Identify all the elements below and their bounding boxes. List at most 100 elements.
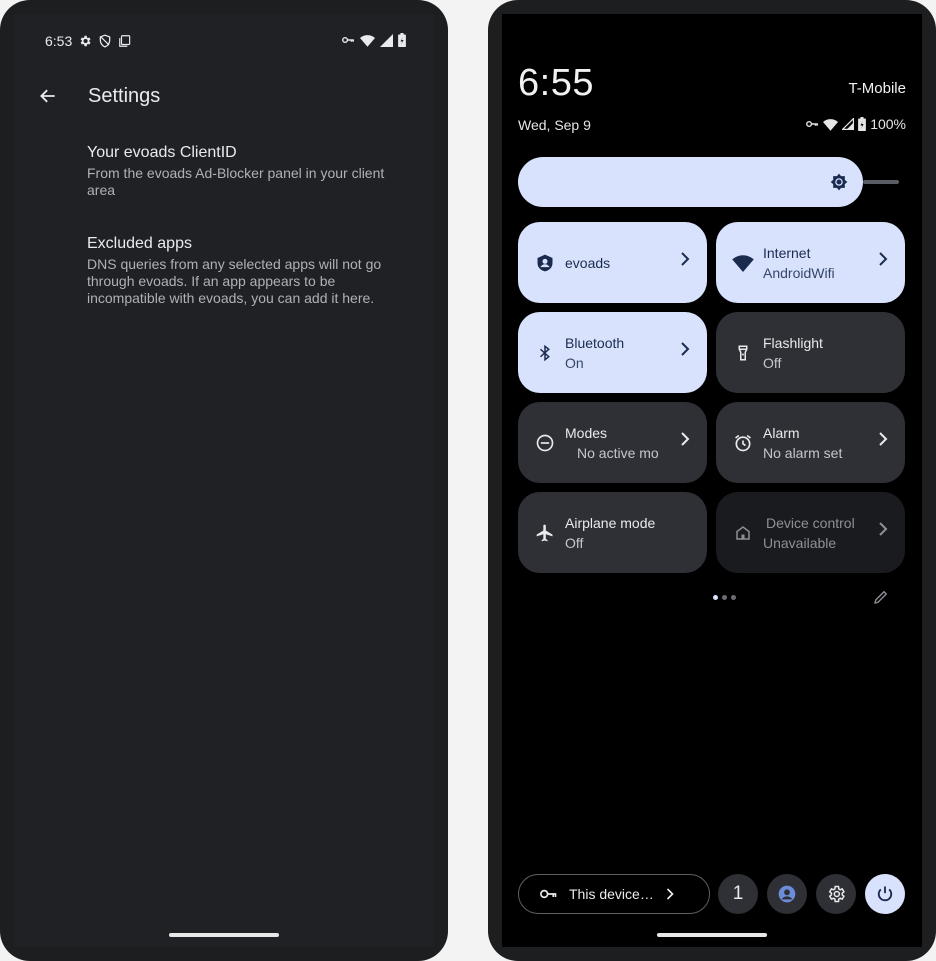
page-indicator [713, 595, 736, 600]
power-icon [875, 884, 895, 904]
settings-screen: 6:53 Settings Your evoads ClientID From … [14, 14, 434, 947]
tile-text: Bluetooth On [565, 334, 677, 372]
tile-text: Alarm No alarm set [763, 424, 875, 462]
tile-flashlight[interactable]: Flashlight Off [716, 312, 905, 393]
device-managed-button[interactable]: This device is managed by your organizat… [518, 874, 710, 914]
tile-sub: On [565, 354, 584, 371]
wifi-icon [360, 34, 375, 47]
pref-client-id[interactable]: Your evoads ClientID From the evoads Ad-… [87, 143, 407, 199]
phone-right: 6:55 T-Mobile Wed, Sep 9 100% evoads Int… [488, 0, 936, 961]
tile-sub: No active mo [577, 444, 659, 461]
cell-signal-icon [842, 118, 855, 130]
date-label[interactable]: Wed, Sep 9 [518, 117, 591, 133]
status-time: 6:53 [45, 33, 73, 49]
tile-evoads[interactable]: evoads [518, 222, 707, 303]
tile-internet[interactable]: Internet AndroidWifi [716, 222, 905, 303]
settings-button[interactable] [816, 874, 856, 914]
chevron-right-icon [679, 252, 691, 271]
tile-sub: Off [763, 354, 782, 371]
home-icon [732, 522, 754, 544]
gear-icon [826, 884, 846, 904]
battery-icon [858, 117, 867, 131]
gesture-bar[interactable] [657, 933, 767, 937]
tile-airplane-mode[interactable]: Airplane mode Off [518, 492, 707, 573]
edit-pencil-icon[interactable] [872, 588, 890, 611]
tile-text: Flashlight Off [763, 334, 875, 372]
tile-label: evoads [565, 254, 611, 271]
tile-bluetooth[interactable]: Bluetooth On [518, 312, 707, 393]
page-title: Settings [88, 84, 161, 107]
tile-label: Internet [763, 244, 811, 261]
pref-summary: From the evoads Ad-Blocker panel in your… [87, 165, 385, 198]
chevron-right-icon [877, 432, 889, 451]
brightness-slider[interactable] [518, 157, 906, 207]
tile-label: Airplane mode [565, 514, 656, 531]
brightness-track [863, 180, 899, 184]
phone-left: 6:53 Settings Your evoads ClientID From … [0, 0, 448, 961]
chevron-right-icon [679, 342, 691, 361]
page-dot [713, 595, 718, 600]
tile-label: Bluetooth [565, 334, 625, 351]
tile-text: Airplane mode Off [565, 514, 695, 552]
tile-label: Alarm [763, 424, 800, 441]
page-dot [722, 595, 727, 600]
chevron-right-icon [877, 522, 889, 541]
vpn-key-icon [805, 117, 819, 131]
tile-label: Device control [766, 514, 855, 531]
shield-icon [98, 34, 112, 48]
chevron-right-icon [665, 887, 675, 901]
flashlight-icon [732, 342, 754, 364]
status-bar-left: 6:53 [45, 33, 132, 49]
cell-signal-icon [380, 33, 393, 47]
pref-summary: DNS queries from any selected apps will … [87, 256, 382, 306]
page-dot [731, 595, 736, 600]
device-managed-label: This device is managed by your organizat… [569, 886, 655, 902]
tile-label: Flashlight [763, 334, 823, 351]
chevron-right-icon [679, 432, 691, 451]
carrier-label: T-Mobile [848, 80, 906, 97]
pref-title: Excluded apps [87, 235, 192, 252]
wifi-icon [732, 252, 754, 274]
pref-excluded-apps[interactable]: Excluded apps DNS queries from any selec… [87, 234, 407, 307]
back-button[interactable] [28, 76, 68, 116]
tile-alarm[interactable]: Alarm No alarm set [716, 402, 905, 483]
status-bar-right [341, 33, 406, 47]
gesture-bar[interactable] [169, 933, 279, 937]
brightness-fill [518, 157, 863, 207]
tile-text: evoads [565, 254, 677, 272]
alarm-clock-icon [732, 432, 754, 454]
gear-icon [78, 34, 92, 48]
status-icons: 100% [805, 116, 906, 132]
brightness-icon [829, 172, 849, 197]
power-button[interactable] [865, 874, 905, 914]
quick-settings-screen: 6:55 T-Mobile Wed, Sep 9 100% evoads Int… [502, 14, 922, 947]
arrow-back-icon [40, 89, 55, 103]
airplane-icon [534, 522, 556, 544]
user-count-button[interactable]: 1 [718, 874, 758, 914]
bluetooth-icon [534, 342, 556, 364]
do-not-disturb-icon [534, 432, 556, 454]
tile-sub: AndroidWifi [763, 264, 835, 281]
app-bar: Settings [14, 76, 434, 116]
screenshot-icon [118, 34, 132, 48]
vpn-key-icon [539, 887, 557, 901]
user-switcher-button[interactable] [767, 874, 807, 914]
tile-device-control[interactable]: Device control Unavailable [716, 492, 905, 573]
chevron-right-icon [877, 252, 889, 271]
user-count: 1 [732, 883, 744, 904]
wifi-icon [823, 118, 839, 131]
vpn-key-icon [341, 33, 355, 47]
vpn-shield-icon [534, 252, 556, 274]
tile-sub: Unavailable [763, 534, 837, 551]
pref-title: Your evoads ClientID [87, 144, 237, 161]
battery-icon [398, 33, 406, 47]
tile-sub: Off [565, 534, 584, 551]
tile-sub: No alarm set [763, 444, 843, 461]
tile-text: Modes No active mo [565, 424, 677, 462]
clock[interactable]: 6:55 [518, 62, 594, 105]
tile-modes[interactable]: Modes No active mo [518, 402, 707, 483]
tile-text: Internet AndroidWifi [763, 244, 875, 282]
account-circle-icon [777, 884, 797, 904]
tile-text: Device control Unavailable [763, 514, 875, 552]
tile-label: Modes [565, 424, 608, 441]
